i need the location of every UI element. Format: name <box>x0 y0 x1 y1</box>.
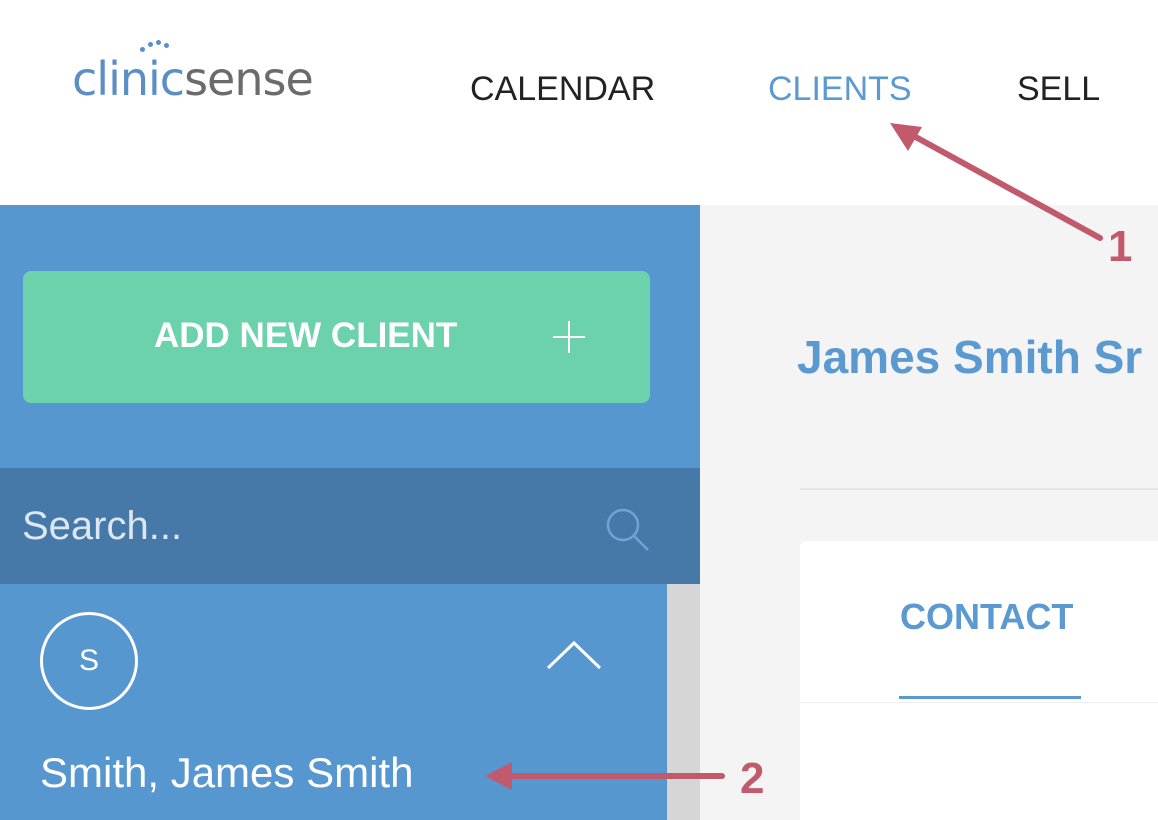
tab-contact[interactable]: CONTACT <box>900 596 1073 638</box>
nav-sell[interactable]: SELL <box>1017 70 1100 109</box>
client-sidebar: ADD NEW CLIENT S Smith, James Smith <box>0 205 700 820</box>
annotation-marker-1: 1 <box>1108 222 1133 271</box>
logo-text-clinic: clinic <box>72 52 185 106</box>
chevron-up-icon[interactable] <box>546 640 602 670</box>
client-list-item-name[interactable]: Smith, James Smith <box>40 749 413 797</box>
clinicsense-logo[interactable]: clinicsense <box>72 52 314 106</box>
title-divider <box>800 488 1158 490</box>
top-header: clinicsense CALENDAR CLIENTS SELL <box>0 0 1158 205</box>
add-new-client-label: ADD NEW CLIENT <box>154 316 458 355</box>
client-detail-card: CONTACT <box>800 541 1158 820</box>
plus-icon <box>553 321 585 353</box>
client-detail-panel: James Smith Sr CONTACT <box>700 205 1158 820</box>
tab-divider <box>800 702 1158 703</box>
search-icon[interactable] <box>603 505 651 553</box>
sidebar-scrollbar[interactable] <box>667 584 700 820</box>
annotation-marker-2: 2 <box>740 754 765 803</box>
client-avatar: S <box>40 612 138 710</box>
nav-calendar[interactable]: CALENDAR <box>470 70 655 109</box>
client-detail-title: James Smith Sr <box>797 331 1143 383</box>
search-input[interactable] <box>22 498 582 554</box>
search-bar <box>0 468 700 584</box>
nav-clients[interactable]: CLIENTS <box>768 70 912 109</box>
logo-dots-icon <box>140 40 170 52</box>
logo-text-sense: sense <box>184 52 314 106</box>
tab-contact-indicator <box>899 696 1081 699</box>
add-new-client-button[interactable]: ADD NEW CLIENT <box>23 271 650 403</box>
client-list: S Smith, James Smith <box>0 584 667 820</box>
